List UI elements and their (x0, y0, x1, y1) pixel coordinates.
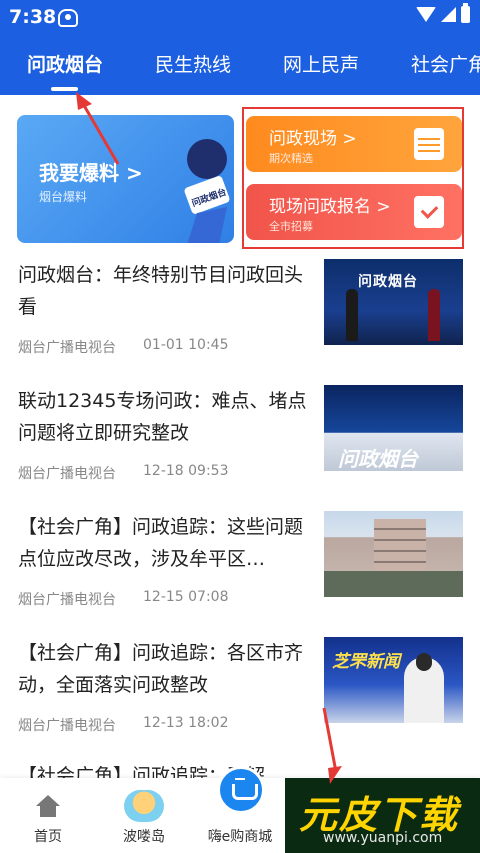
microphone-icon: 问政烟台 (184, 139, 230, 243)
news-thumbnail (324, 511, 463, 597)
signup-subtitle: 全市招募 (269, 220, 313, 233)
active-tab-indicator (51, 87, 78, 91)
report-banner[interactable]: 我要爆料 > 烟台爆料 问政烟台 (17, 115, 234, 243)
thumbnail-text: 问政烟台 (338, 447, 418, 471)
tab-online-voice[interactable]: 网上民声 (283, 50, 359, 77)
news-title: 联动12345专场问政：难点、堵点问题将立即研究整改 (18, 390, 307, 444)
shopping-basket-icon (217, 766, 265, 814)
signup-title: 现场问政报名 > (269, 197, 391, 217)
news-anchor-figure (404, 653, 444, 723)
nav-home[interactable]: 首页 (0, 778, 96, 853)
thumbnail-text: 问政烟台 (358, 274, 418, 290)
live-question-title: 问政现场 > (269, 129, 357, 149)
tab-minsheng-hotline[interactable]: 民生热线 (155, 50, 231, 77)
news-title: 【社会广角】问政追踪：各区市齐动，全面落实问政整改 (18, 642, 304, 696)
island-icon (124, 790, 164, 822)
host-figure (428, 289, 440, 341)
news-time: 01-01 10:45 (143, 337, 229, 353)
signal-icon (441, 7, 456, 22)
calendar-icon (414, 128, 444, 160)
report-banner-subtitle: 烟台爆料 (39, 190, 88, 204)
status-time: 7:38 (9, 6, 57, 28)
nav-island[interactable]: 波喽岛 (96, 778, 192, 853)
status-bar: 7:38 (0, 0, 480, 36)
news-thumbnail: 问政烟台 (324, 385, 463, 471)
news-item[interactable]: 【社会广角】问政追踪：各区市齐动，全面落实问政整改 烟台广播电视台 12-13 … (0, 637, 480, 763)
wifi-icon (416, 7, 436, 22)
news-source: 烟台广播电视台 (18, 592, 116, 608)
app-notification-icon (58, 9, 78, 27)
tab-wenzheng-yantai[interactable]: 问政烟台 (27, 50, 103, 77)
nav-island-label: 波喽岛 (123, 829, 165, 845)
category-tabs: 问政烟台 民生热线 网上民声 社会广角 (0, 44, 480, 84)
news-thumbnail: 问政烟台 (324, 259, 463, 345)
signup-banner[interactable]: 现场问政报名 > 全市招募 (246, 184, 462, 240)
battery-icon (461, 3, 470, 23)
news-source: 烟台广播电视台 (18, 340, 116, 356)
watermark-url: www.yuanpi.com (323, 830, 443, 846)
news-source: 烟台广播电视台 (18, 466, 116, 482)
news-time: 12-13 18:02 (143, 715, 229, 731)
news-item[interactable]: 问政烟台：年终特别节目问政回头看 烟台广播电视台 01-01 10:45 问政烟… (0, 259, 480, 385)
report-banner-title: 我要爆料 > (39, 161, 143, 185)
host-figure (346, 289, 358, 341)
news-thumbnail: 芝罘新闻 (324, 637, 463, 723)
news-title: 【社会广角】问政追踪：这些问题点位应改尽改，涉及牟平区… (18, 516, 304, 570)
nav-home-label: 首页 (34, 829, 62, 845)
news-time: 12-18 09:53 (143, 463, 229, 479)
app-header: 7:38 问政烟台 民生热线 网上民声 社会广角 (0, 0, 480, 95)
status-icons (416, 3, 470, 23)
tab-social-angle[interactable]: 社会广角 (411, 50, 480, 77)
home-icon (36, 795, 60, 817)
news-time: 12-15 07:08 (143, 589, 229, 605)
thumbnail-text: 芝罘新闻 (332, 652, 400, 672)
news-item[interactable]: 【社会广角】问政追踪：这些问题点位应改尽改，涉及牟平区… 烟台广播电视台 12-… (0, 511, 480, 637)
live-question-subtitle: 期次精选 (269, 152, 313, 165)
news-item[interactable]: 联动12345专场问政：难点、堵点问题将立即研究整改 烟台广播电视台 12-18… (0, 385, 480, 511)
nav-mall[interactable]: 嗨e购商城 (192, 766, 288, 853)
nav-mall-label: 嗨e购商城 (207, 829, 273, 845)
news-source: 烟台广播电视台 (18, 718, 116, 734)
checklist-icon (414, 196, 444, 228)
site-watermark: 元皮下载 www.yuanpi.com (285, 778, 480, 853)
news-title: 问政烟台：年终特别节目问政回头看 (18, 264, 304, 318)
live-question-banner[interactable]: 问政现场 > 期次精选 (246, 116, 462, 172)
